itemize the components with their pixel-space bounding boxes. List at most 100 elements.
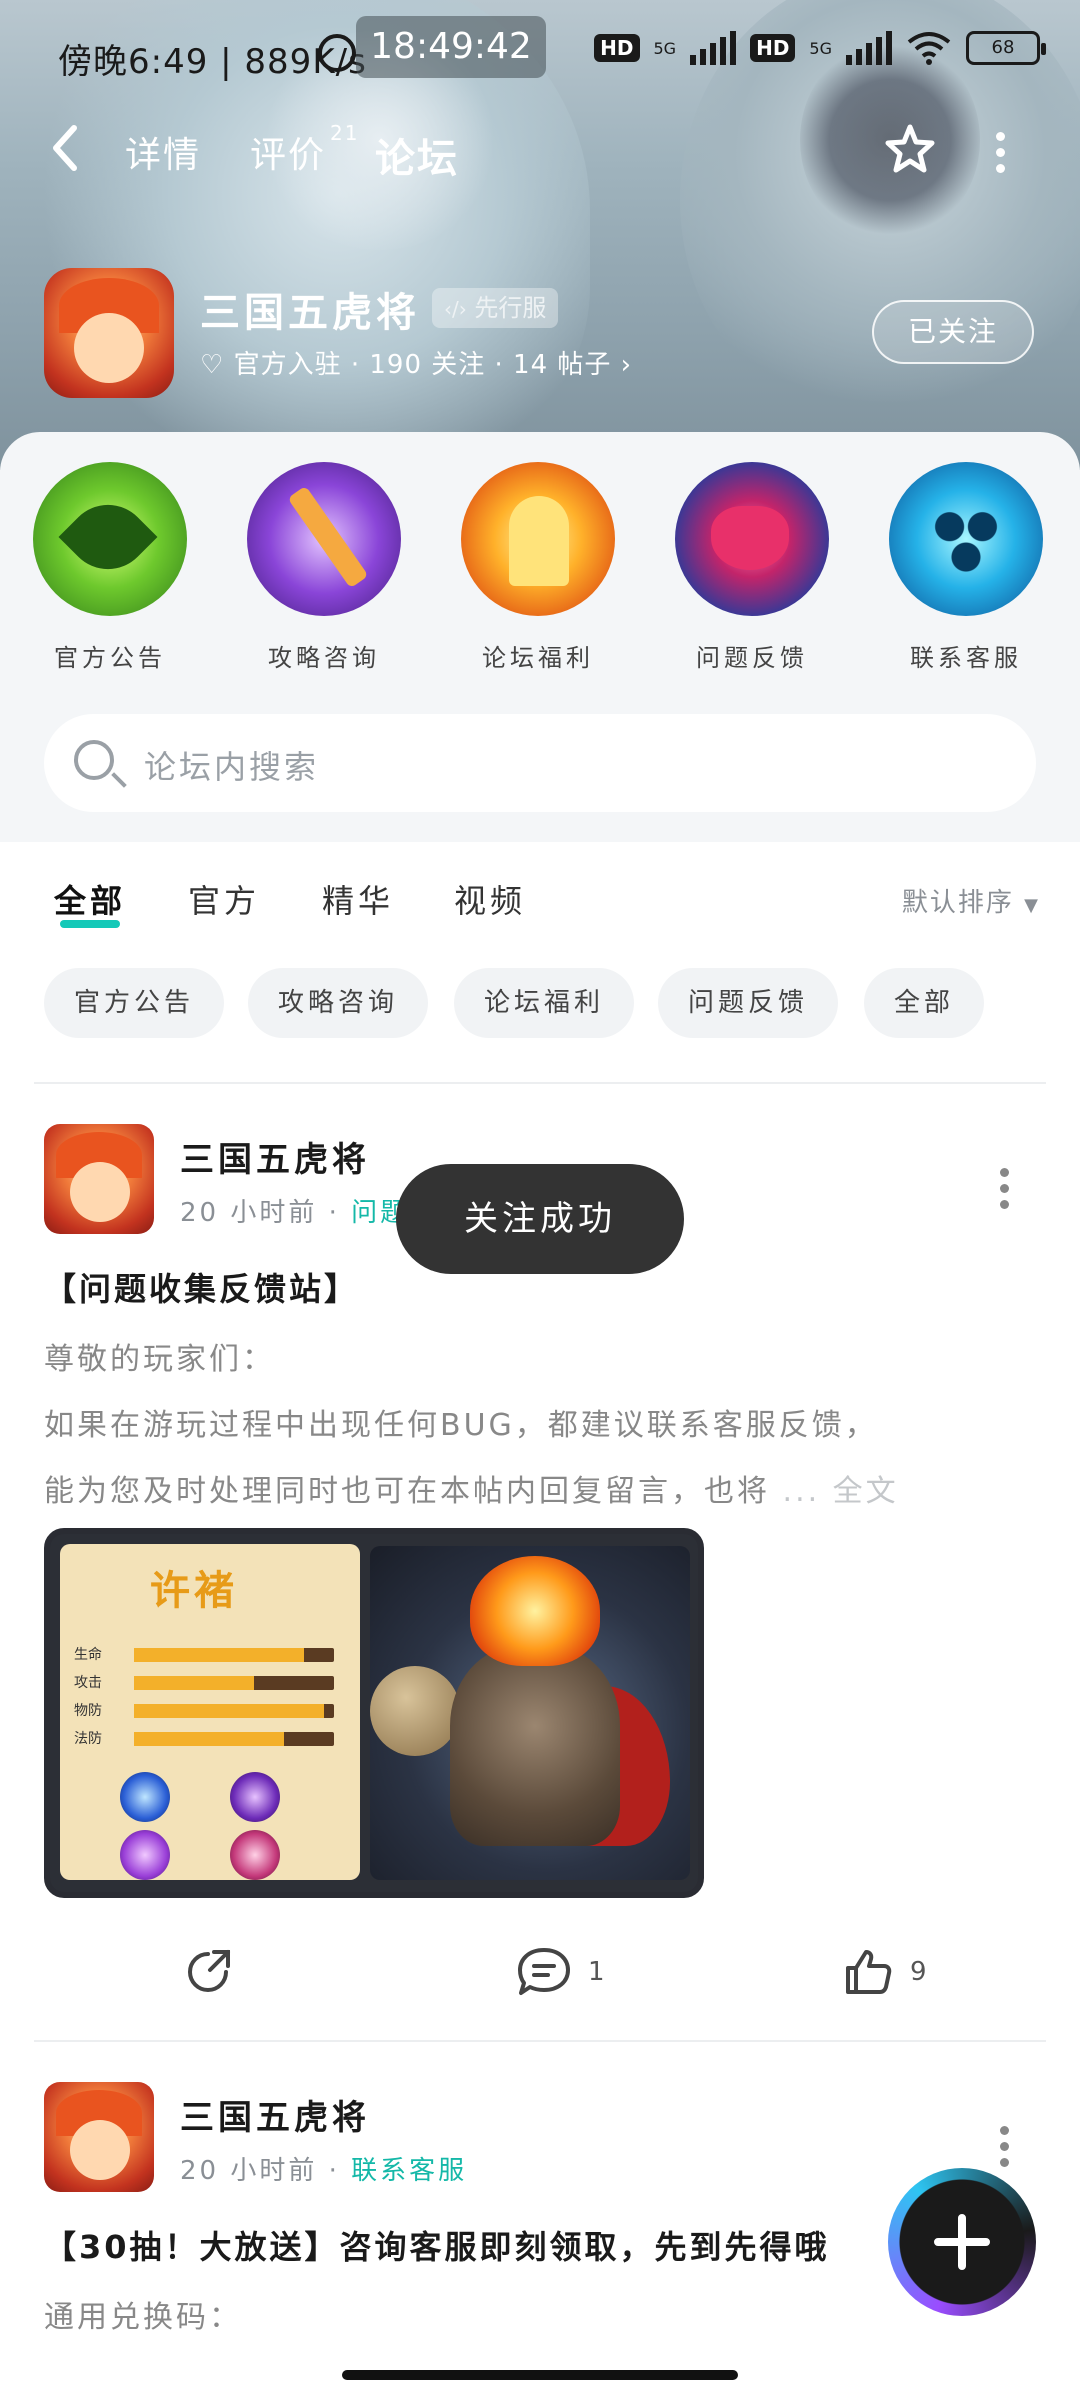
filter-tab-featured[interactable]: 精华 <box>322 876 394 922</box>
stat-label: 攻击 <box>74 1675 102 1691</box>
category-label: 官方公告 <box>54 644 166 672</box>
divider <box>34 1082 1046 1084</box>
post-time: 20 小时前 <box>180 1198 318 1228</box>
network-type: 5G <box>653 38 677 58</box>
create-post-button[interactable] <box>888 2168 1036 2316</box>
share-button[interactable] <box>182 1946 234 1998</box>
category-label: 攻略咨询 <box>268 644 380 672</box>
heart-icon <box>675 462 829 616</box>
game-meta[interactable]: ♡ 官方入驻 · 190 关注 · 14 帖子 › <box>200 344 632 381</box>
meta-separator: · <box>328 2156 340 2186</box>
tab-reviews[interactable]: 评价21 <box>250 121 357 178</box>
post-author[interactable]: 三国五虎将 <box>180 2090 370 2139</box>
more-options-button[interactable] <box>996 132 1006 173</box>
post-tag[interactable]: 联系客服 <box>351 2156 467 2186</box>
sort-label: 默认排序 <box>901 888 1014 918</box>
filter-tab-official[interactable]: 官方 <box>188 876 260 922</box>
post-title[interactable]: 【问题收集反馈站】 <box>44 1264 359 1310</box>
battery-icon: 68 <box>966 31 1046 65</box>
category-feedback[interactable]: 问题反馈 <box>662 462 842 673</box>
filter-tab-label: 全部 <box>54 882 127 920</box>
post-meta: 20 小时前 · 问题 <box>180 1192 409 1229</box>
tab-details[interactable]: 详情 <box>125 126 201 178</box>
stat-hp: 生命 <box>74 1644 344 1666</box>
leaf-icon <box>33 462 187 616</box>
hero-card: 许褚 生命 攻击 物防 法防 <box>60 1544 360 1880</box>
chip-all[interactable]: 全部 <box>864 968 985 1038</box>
code-icon: ‹/› <box>444 297 467 321</box>
stat-attack: 攻击 <box>74 1672 344 1694</box>
status-bar: 傍晚6:49 | 889K/s 18:49:42 HD 5G HD 5G 68 <box>0 0 1080 110</box>
status-icons: HD 5G HD 5G 68 <box>594 30 1046 66</box>
follow-button[interactable]: 已关注 <box>872 300 1034 364</box>
network-type: 5G <box>809 38 832 58</box>
back-button[interactable] <box>50 124 80 181</box>
signal-icon <box>690 31 737 65</box>
filter-tab-label: 视频 <box>454 882 527 920</box>
sword-icon <box>247 462 401 616</box>
review-count: 21 <box>330 121 360 145</box>
caret-down-icon: ▼ <box>1024 895 1040 916</box>
search-icon <box>74 740 114 780</box>
chip-feedback[interactable]: 问题反馈 <box>658 968 839 1038</box>
post-body-line: 能为您及时处理同时也可在本帖内回复留言，也将 ... 全文 <box>44 1466 1034 1510</box>
floating-clock: 18:49:42 <box>356 16 546 78</box>
post-actions: 1 9 <box>0 1928 1080 2008</box>
game-meta-text: 官方入驻 · 190 关注 · 14 帖子 › <box>233 350 633 380</box>
post-more-button[interactable] <box>1000 1168 1010 1216</box>
post-more-button[interactable] <box>1000 2126 1010 2174</box>
hd-icon: HD <box>750 34 796 62</box>
post-body-line: 通用兑换码： <box>44 2300 242 2335</box>
hero-artwork <box>370 1546 690 1880</box>
badge-label: 先行服 <box>474 294 547 322</box>
server-badge: ‹/› 先行服 <box>432 288 559 328</box>
comment-icon <box>518 1948 570 1995</box>
filter-tab-label: 精华 <box>322 882 395 920</box>
category-label: 联系客服 <box>910 644 1022 672</box>
skill-icon <box>230 1830 280 1880</box>
top-navigation: 详情 评价21 论坛 <box>0 110 1080 190</box>
avatar[interactable] <box>44 1124 154 1234</box>
tab-forum[interactable]: 论坛 <box>375 126 465 190</box>
stat-bar <box>134 1648 334 1662</box>
filter-tab-video[interactable]: 视频 <box>454 876 526 922</box>
share-icon <box>188 1950 230 1992</box>
stat-magic-defense: 法防 <box>74 1728 344 1750</box>
filter-tab-all[interactable]: 全部 <box>54 876 127 928</box>
category-official-notice[interactable]: 官方公告 <box>20 462 200 673</box>
post-time: 20 小时前 <box>180 2156 318 2186</box>
comment-button[interactable]: 1 <box>516 1946 605 1998</box>
chip-guide[interactable]: 攻略咨询 <box>248 968 429 1038</box>
chip-official-notice[interactable]: 官方公告 <box>44 968 225 1038</box>
game-icon[interactable] <box>44 268 174 398</box>
post-author[interactable]: 三国五虎将 <box>180 1132 370 1181</box>
stat-label: 法防 <box>74 1731 102 1747</box>
avatar[interactable] <box>44 2082 154 2192</box>
thumbs-up-icon <box>846 1950 892 1994</box>
post-title[interactable]: 【30抽！大放送】咨询客服即刻领取，先到先得哦 <box>44 2222 830 2268</box>
hd-icon: HD <box>594 34 640 62</box>
like-count: 9 <box>910 1957 927 1987</box>
sort-dropdown[interactable]: 默认排序 ▼ <box>902 882 1040 919</box>
category-label: 问题反馈 <box>696 644 808 672</box>
tab-label: 详情 <box>125 135 202 176</box>
chip-welfare[interactable]: 论坛福利 <box>454 968 635 1038</box>
home-indicator[interactable] <box>342 2370 738 2380</box>
post-body-text: 能为您及时处理同时也可在本帖内回复留言，也将 <box>44 1474 770 1509</box>
category-guide[interactable]: 攻略咨询 <box>234 462 414 673</box>
like-button[interactable]: 9 <box>842 1946 927 1998</box>
active-filter-indicator <box>60 920 120 928</box>
category-welfare[interactable]: 论坛福利 <box>448 462 628 673</box>
category-support[interactable]: 联系客服 <box>876 462 1056 673</box>
stat-physical-defense: 物防 <box>74 1700 344 1722</box>
read-more-link[interactable]: ... 全文 <box>770 1474 899 1509</box>
post-image[interactable]: 许褚 生命 攻击 物防 法防 <box>44 1528 704 1898</box>
forum-search-input[interactable]: 论坛内搜索 <box>44 714 1036 812</box>
stat-bar <box>134 1704 334 1718</box>
signal-icon <box>846 31 892 65</box>
favorite-button[interactable] <box>882 122 938 178</box>
skill-icon <box>120 1772 170 1822</box>
plus-icon <box>934 2214 990 2270</box>
filter-tab-label: 官方 <box>188 882 261 920</box>
post-meta: 20 小时前 · 联系客服 <box>180 2150 467 2187</box>
